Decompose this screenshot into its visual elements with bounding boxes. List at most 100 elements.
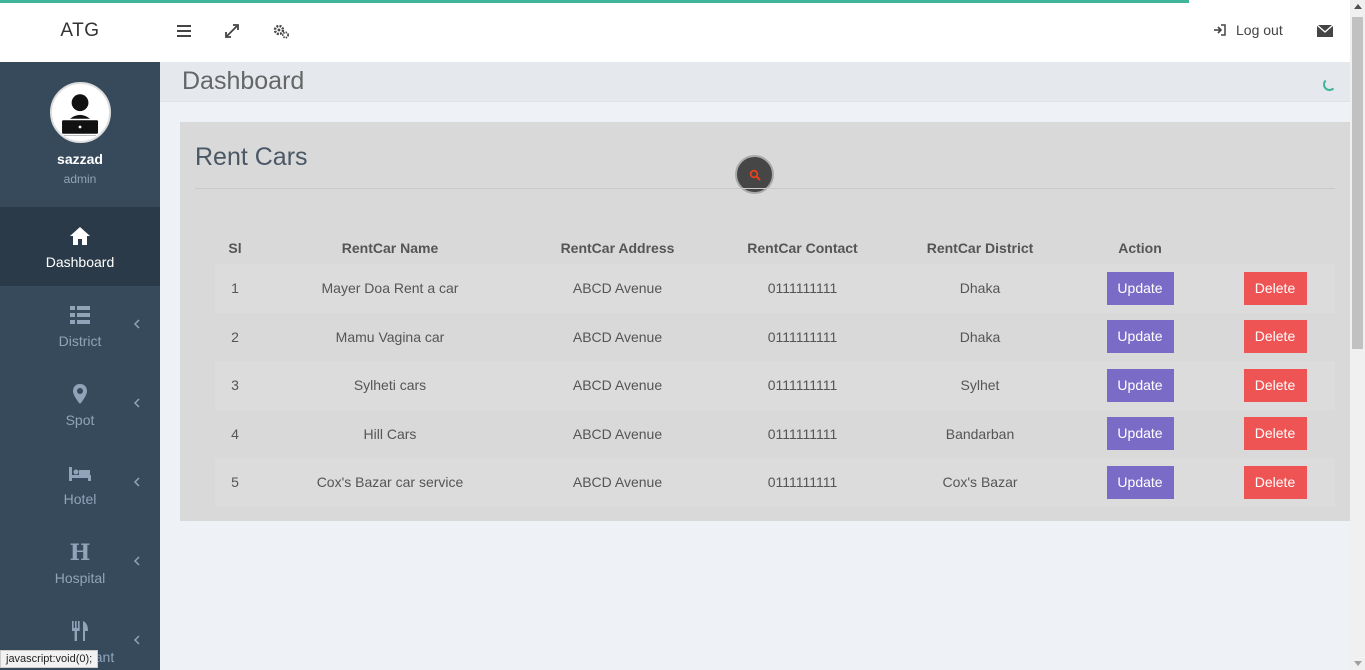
table-header-row: Sl RentCar Name RentCar Address RentCar … — [215, 232, 1335, 264]
cell-delete: Delete — [1215, 313, 1335, 362]
cell-district: Dhaka — [895, 264, 1065, 313]
cell-address: ABCD Avenue — [525, 361, 710, 410]
browser-status-bar: javascript:void(0); — [0, 650, 99, 668]
sidebar-item-hotel[interactable]: Hotel — [0, 444, 160, 523]
cell-contact: 0111111111 — [710, 458, 895, 507]
avatar[interactable] — [49, 82, 111, 143]
scrollbar-thumb[interactable] — [1352, 17, 1363, 349]
cell-sl: 2 — [231, 328, 239, 345]
update-button[interactable]: Update — [1106, 417, 1174, 451]
cell-contact: 0111111111 — [710, 264, 895, 313]
home-icon — [70, 226, 90, 245]
table-row: 2 Mamu Vagina car ABCD Avenue 0111111111… — [215, 313, 1335, 362]
scroll-up-icon[interactable] — [1354, 4, 1362, 9]
logout-label: Log out — [1236, 22, 1283, 38]
cell-delete: Delete — [1215, 458, 1335, 507]
update-button[interactable]: Update — [1106, 320, 1174, 354]
top-header: ATG Log out — [0, 0, 1350, 62]
sidebar-item-label: Hotel — [63, 490, 97, 507]
svg-text:H: H — [70, 540, 91, 564]
chevron-left-icon — [133, 635, 140, 645]
sidebar-item-label: Dashboard — [45, 253, 115, 270]
sidebar-item-spot[interactable]: Spot — [0, 365, 160, 444]
rent-cars-panel: Rent Cars Sl RentCar Name RentCar Addres… — [180, 122, 1350, 521]
cell-name: Mayer Doa Rent a car — [255, 264, 525, 313]
cell-contact: 0111111111 — [767, 328, 838, 345]
cell-sl: 5 — [215, 458, 255, 507]
cell-name: Hill Cars — [363, 425, 417, 442]
cell-district: Sylhet — [895, 361, 1065, 410]
cutlery-icon — [72, 620, 88, 641]
cell-district: Cox's Bazar — [895, 458, 1065, 507]
cell-district: Dhaka — [959, 328, 1001, 345]
sidebar: sazzad admin Dashboard District Spot Hot… — [0, 62, 160, 670]
column-header: RentCar District — [926, 240, 1034, 256]
sidebar-item-district[interactable]: District — [0, 286, 160, 365]
menu-toggle-icon[interactable] — [175, 22, 193, 40]
scroll-down-icon[interactable] — [1354, 661, 1362, 666]
loading-spinner-icon — [1323, 78, 1336, 91]
chevron-left-icon — [133, 398, 140, 408]
hospital-h-icon: H — [70, 540, 91, 564]
cell-update: Update — [1065, 264, 1215, 313]
page-title-bar: Dashboard — [160, 62, 1350, 102]
user-profile: sazzad admin — [0, 62, 160, 207]
cell-contact: 0111111111 — [710, 361, 895, 410]
delete-button[interactable]: Delete — [1243, 320, 1307, 354]
update-button[interactable]: Update — [1106, 368, 1174, 402]
cell-sl: 4 — [231, 425, 239, 442]
envelope-icon[interactable] — [1316, 23, 1334, 39]
delete-button[interactable]: Delete — [1243, 368, 1307, 402]
sidebar-item-hospital[interactable]: H Hospital — [0, 523, 160, 602]
column-header: RentCar Name — [341, 240, 439, 256]
update-button[interactable]: Update — [1106, 271, 1174, 305]
page-title: Dashboard — [182, 67, 305, 95]
panel-title: Rent Cars — [195, 143, 308, 171]
cell-delete: Delete — [1215, 361, 1335, 410]
cell-name: Sylheti cars — [255, 361, 525, 410]
update-button[interactable]: Update — [1106, 465, 1174, 499]
cell-delete: Delete — [1215, 410, 1335, 459]
cell-name: Cox's Bazar car service — [255, 458, 525, 507]
table-row: 5 Cox's Bazar car service ABCD Avenue 01… — [215, 458, 1335, 507]
cell-update: Update — [1065, 361, 1215, 410]
loading-progress-bar — [0, 0, 1189, 3]
column-header-empty — [1215, 232, 1335, 264]
rent-cars-table: Sl RentCar Name RentCar Address RentCar … — [215, 232, 1335, 507]
cell-address: ABCD Avenue — [525, 458, 710, 507]
column-header: Sl — [228, 240, 242, 256]
map-marker-icon — [73, 383, 87, 404]
username: sazzad — [57, 151, 103, 167]
sign-out-icon — [1214, 24, 1226, 36]
sidebar-item-dashboard[interactable]: Dashboard — [0, 207, 160, 286]
delete-button[interactable]: Delete — [1243, 271, 1307, 305]
logout-button[interactable]: Log out — [1212, 22, 1283, 38]
column-header: RentCar Address — [560, 240, 675, 256]
cell-delete: Delete — [1215, 264, 1335, 313]
cell-contact: 0111111111 — [767, 425, 838, 442]
bed-icon — [69, 466, 91, 481]
chevron-left-icon — [133, 319, 140, 329]
settings-gears-icon[interactable] — [272, 22, 290, 40]
chevron-left-icon — [133, 477, 140, 487]
cell-address: ABCD Avenue — [572, 425, 663, 442]
delete-button[interactable]: Delete — [1243, 465, 1307, 499]
chevron-left-icon — [133, 556, 140, 566]
cell-sl: 1 — [215, 264, 255, 313]
fullscreen-icon[interactable] — [223, 22, 241, 40]
sidebar-item-label: Spot — [65, 411, 95, 428]
vertical-scrollbar[interactable] — [1350, 0, 1365, 670]
list-icon — [70, 305, 90, 324]
table-row: 3 Sylheti cars ABCD Avenue 0111111111 Sy… — [215, 361, 1335, 410]
cell-address: ABCD Avenue — [572, 328, 663, 345]
sidebar-item-label: District — [58, 332, 102, 349]
column-header: RentCar Contact — [747, 240, 858, 256]
cell-sl: 3 — [215, 361, 255, 410]
column-header: Action — [1118, 240, 1162, 256]
divider — [195, 188, 1335, 189]
sidebar-item-label: Hospital — [54, 569, 106, 586]
delete-button[interactable]: Delete — [1243, 417, 1307, 451]
cell-address: ABCD Avenue — [525, 264, 710, 313]
search-icon — [749, 169, 761, 181]
brand-logo[interactable]: ATG — [0, 0, 160, 62]
